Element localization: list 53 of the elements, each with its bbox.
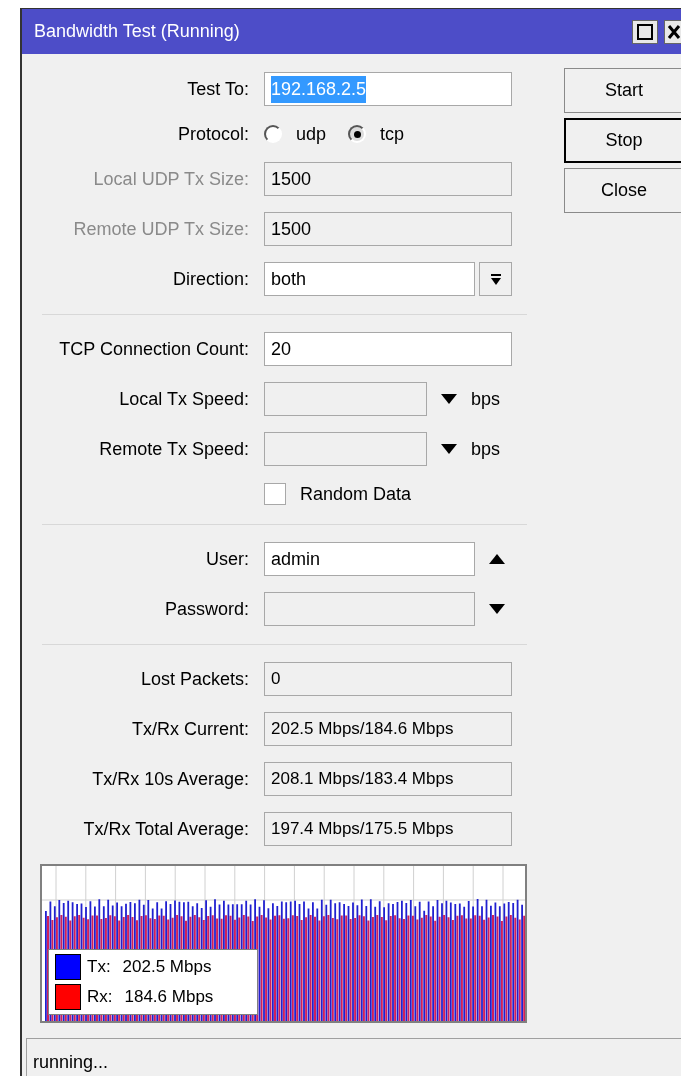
close-icon[interactable]	[664, 19, 681, 44]
field-label: Lost Packets:	[140, 667, 249, 691]
dropdown-button[interactable]	[479, 262, 512, 296]
maximize-icon[interactable]	[632, 19, 658, 44]
field-label: Tx/Rx 10s Average:	[92, 767, 249, 791]
caret-icon	[490, 273, 501, 285]
field-label: Test To:	[187, 77, 249, 101]
up-caret-icon[interactable]	[489, 554, 505, 564]
field-label: Tx/Rx Current:	[131, 717, 249, 741]
text-field[interactable]	[264, 592, 475, 626]
field-value: 1500	[271, 217, 312, 241]
radio-button[interactable]	[348, 125, 367, 143]
status-text: running...	[33, 1052, 109, 1072]
field-label: Protocol:	[177, 122, 249, 146]
legend-label: Tx:	[87, 956, 111, 979]
field-label: Tx/Rx Total Average:	[83, 817, 249, 841]
window-title: Bandwidth Test (Running)	[34, 20, 240, 43]
field-label: Local UDP Tx Size:	[93, 167, 249, 191]
text-field[interactable]: 20	[264, 332, 512, 366]
random-data-checkbox[interactable]: Random Data	[264, 480, 412, 508]
field-label: Direction:	[172, 267, 249, 291]
field-label: Password:	[164, 597, 249, 621]
radio-label: udp	[296, 122, 327, 146]
dialog-button[interactable]: Stop	[564, 118, 681, 163]
readout-field: 197.4 Mbps/175.5 Mbps	[264, 812, 512, 846]
field-label: Remote Tx Speed:	[99, 437, 249, 461]
caret-icon[interactable]	[441, 444, 457, 454]
field-label: TCP Connection Count:	[59, 337, 249, 361]
field-value: 20	[271, 337, 292, 361]
legend-label: Rx:	[87, 986, 113, 1009]
caret-icon[interactable]	[441, 394, 457, 404]
field-value: 192.168.2.5	[271, 75, 367, 103]
readout-field: 202.5 Mbps/184.6 Mbps	[264, 712, 512, 746]
dialog-button[interactable]: Close	[564, 168, 681, 213]
caret-icon[interactable]	[489, 604, 505, 614]
legend-value: 184.6 Mbps	[124, 986, 214, 1009]
speed-field[interactable]	[264, 382, 427, 416]
unit-label: bps	[471, 437, 501, 461]
text-field[interactable]: admin	[264, 542, 475, 576]
field-label: Remote UDP Tx Size:	[73, 217, 249, 241]
field-value: admin	[271, 547, 321, 571]
field-value: 1500	[271, 167, 312, 191]
dialog-button[interactable]: Start	[564, 68, 681, 113]
readout-field: 208.1 Mbps/183.4 Mbps	[264, 762, 512, 796]
legend-value: 202.5 Mbps	[122, 956, 212, 979]
radio-button[interactable]	[264, 125, 282, 143]
readout-field: 0	[264, 662, 512, 696]
field-label: Local Tx Speed:	[119, 387, 249, 411]
speed-field[interactable]	[264, 432, 427, 466]
direction-dropdown[interactable]: both	[264, 262, 475, 296]
radio-label: tcp	[380, 122, 405, 146]
unit-label: bps	[471, 387, 501, 411]
field-label: User:	[206, 547, 249, 571]
